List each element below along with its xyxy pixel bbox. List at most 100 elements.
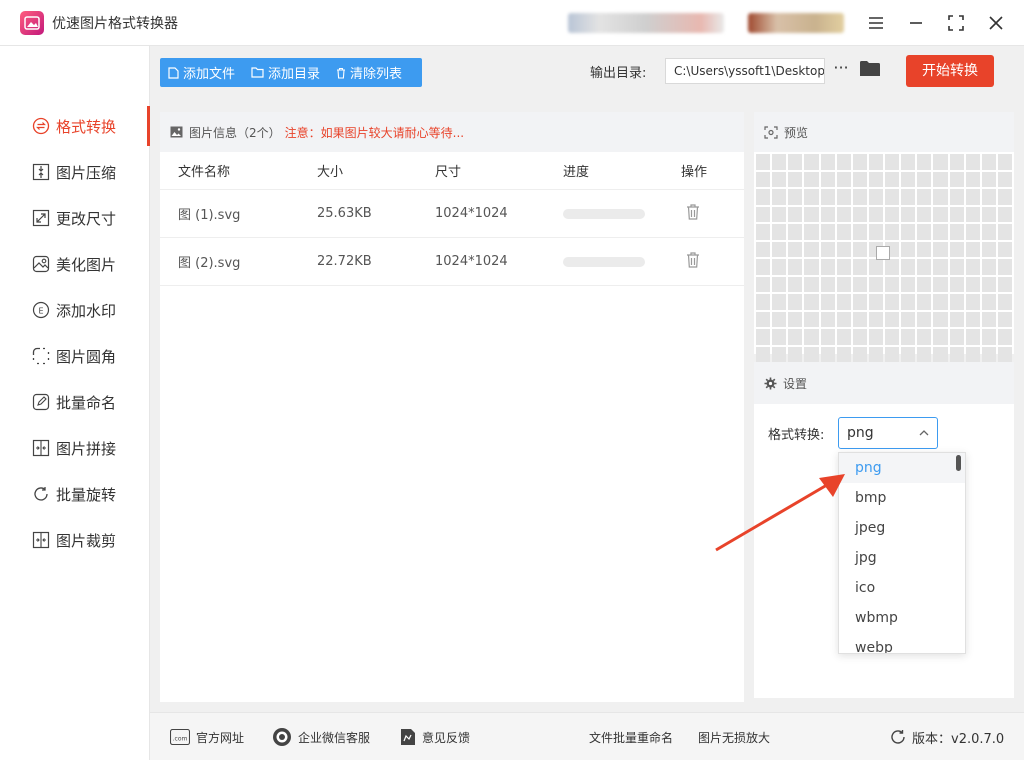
file-size: 25.63KB bbox=[317, 206, 372, 221]
format-option-jpeg[interactable]: jpeg bbox=[839, 513, 965, 543]
transparency-tile bbox=[917, 171, 932, 187]
format-option-bmp[interactable]: bmp bbox=[839, 483, 965, 513]
transparency-tile bbox=[901, 241, 916, 257]
transparency-tile bbox=[852, 154, 867, 170]
transparency-tile bbox=[804, 259, 819, 275]
wechat-service-link[interactable]: 企业微信客服 bbox=[272, 713, 370, 760]
open-folder-icon[interactable] bbox=[859, 60, 881, 82]
close-icon[interactable] bbox=[982, 9, 1010, 37]
svg-text:E: E bbox=[38, 307, 43, 316]
broken-image-icon bbox=[876, 246, 890, 260]
sidebar-item-stitch[interactable]: 图片拼接 bbox=[0, 428, 150, 468]
clear-list-button[interactable]: 清除列表 bbox=[328, 58, 410, 87]
transparency-tile bbox=[836, 259, 851, 275]
maximize-icon[interactable] bbox=[942, 9, 970, 37]
version-label: 版本：v2.0.7.0 bbox=[912, 731, 1005, 747]
file-table-header: 文件名称 大小 尺寸 进度 操作 bbox=[160, 152, 744, 190]
transparency-tile bbox=[965, 206, 980, 222]
batch-rename-label: 文件批量重命名 bbox=[589, 730, 674, 745]
transparency-tile bbox=[949, 224, 964, 240]
transparency-tile bbox=[772, 294, 787, 310]
transparency-tile bbox=[917, 154, 932, 170]
output-dir-input[interactable]: C:\Users\yssoft1\Desktop bbox=[665, 58, 825, 84]
transparency-tile bbox=[756, 276, 771, 292]
user-account-blurred[interactable] bbox=[568, 13, 724, 33]
transparency-tile bbox=[804, 311, 819, 327]
start-convert-button[interactable]: 开始转换 bbox=[906, 55, 994, 87]
transparency-tile bbox=[804, 276, 819, 292]
transparency-tile bbox=[836, 346, 851, 362]
lossless-upscale-link[interactable]: 图片无损放大 bbox=[698, 713, 770, 760]
browse-more-button[interactable]: ··· bbox=[832, 60, 850, 80]
sidebar-item-label: 格式转换 bbox=[56, 117, 117, 136]
transparency-tile bbox=[885, 329, 900, 345]
dropdown-scrollbar[interactable] bbox=[956, 455, 961, 471]
transparency-tile bbox=[885, 189, 900, 205]
minimize-icon[interactable] bbox=[902, 9, 930, 37]
transparency-tile bbox=[885, 224, 900, 240]
transparency-tile bbox=[901, 189, 916, 205]
table-row[interactable]: 图 (1).svg 25.63KB 1024*1024 bbox=[160, 190, 744, 238]
format-option-webp[interactable]: webp bbox=[839, 633, 965, 653]
preview-header: 预览 bbox=[754, 112, 1014, 152]
sidebar: 格式转换 图片压缩 更改尺寸 美化图片 E 添加水印 图片圆角 批量命名 图片拼… bbox=[0, 46, 150, 760]
transparency-tile bbox=[933, 346, 948, 362]
transparency-tile bbox=[852, 241, 867, 257]
sidebar-item-rotate[interactable]: 批量旋转 bbox=[0, 474, 150, 514]
delete-icon[interactable] bbox=[681, 251, 701, 273]
feedback-link[interactable]: 意见反馈 bbox=[400, 713, 470, 760]
transparency-tile bbox=[788, 171, 803, 187]
clear-list-label: 清除列表 bbox=[350, 67, 403, 82]
batch-rename-link[interactable]: 文件批量重命名 bbox=[589, 713, 673, 760]
transparency-tile bbox=[788, 259, 803, 275]
transparency-tile bbox=[965, 346, 980, 362]
refresh-icon bbox=[891, 730, 905, 744]
add-file-button[interactable]: 添加文件 bbox=[160, 58, 243, 87]
preview-icon bbox=[764, 125, 778, 139]
sidebar-item-format-convert[interactable]: 格式转换 bbox=[0, 106, 150, 146]
table-row[interactable]: 图 (2).svg 22.72KB 1024*1024 bbox=[160, 238, 744, 286]
transparency-tile bbox=[997, 259, 1012, 275]
format-option-ico[interactable]: ico bbox=[839, 573, 965, 603]
transparency-tile bbox=[965, 294, 980, 310]
format-option-png[interactable]: png bbox=[839, 453, 965, 483]
add-directory-button[interactable]: 添加目录 bbox=[243, 58, 328, 87]
transparency-tile bbox=[917, 224, 932, 240]
transparency-tile bbox=[901, 311, 916, 327]
format-select[interactable]: png bbox=[838, 417, 938, 449]
transparency-tile bbox=[933, 224, 948, 240]
version-info[interactable]: 版本：v2.0.7.0 bbox=[890, 713, 1004, 760]
transparency-tile bbox=[885, 294, 900, 310]
transparency-tile bbox=[868, 294, 883, 310]
transparency-tile bbox=[820, 311, 835, 327]
delete-icon[interactable] bbox=[681, 203, 701, 225]
website-link[interactable]: .com 官方网址 bbox=[170, 713, 244, 760]
sidebar-item-watermark[interactable]: E 添加水印 bbox=[0, 290, 150, 330]
transparency-tile bbox=[868, 276, 883, 292]
sidebar-item-crop[interactable]: 图片裁剪 bbox=[0, 520, 150, 560]
transparency-tile bbox=[852, 259, 867, 275]
sidebar-item-compress[interactable]: 图片压缩 bbox=[0, 152, 150, 192]
sidebar-item-resize[interactable]: 更改尺寸 bbox=[0, 198, 150, 238]
user-vip-blurred[interactable] bbox=[748, 13, 844, 33]
format-option-wbmp[interactable]: wbmp bbox=[839, 603, 965, 633]
transparency-tile bbox=[836, 171, 851, 187]
transparency-tile bbox=[852, 294, 867, 310]
transparency-tile bbox=[901, 154, 916, 170]
transparency-tile bbox=[788, 206, 803, 222]
transparency-tile bbox=[965, 189, 980, 205]
menu-icon[interactable] bbox=[862, 9, 890, 37]
transparency-tile bbox=[756, 311, 771, 327]
transparency-tile bbox=[772, 311, 787, 327]
transparency-tile bbox=[949, 294, 964, 310]
transparency-tile bbox=[933, 206, 948, 222]
sidebar-item-rename[interactable]: 批量命名 bbox=[0, 382, 150, 422]
sidebar-item-beautify[interactable]: 美化图片 bbox=[0, 244, 150, 284]
transparency-tile bbox=[820, 329, 835, 345]
sidebar-item-rounded-corner[interactable]: 图片圆角 bbox=[0, 336, 150, 376]
format-option-jpg[interactable]: jpg bbox=[839, 543, 965, 573]
transparency-tile bbox=[788, 241, 803, 257]
transparency-tile bbox=[949, 241, 964, 257]
transparency-tile bbox=[820, 294, 835, 310]
transparency-tile bbox=[885, 276, 900, 292]
